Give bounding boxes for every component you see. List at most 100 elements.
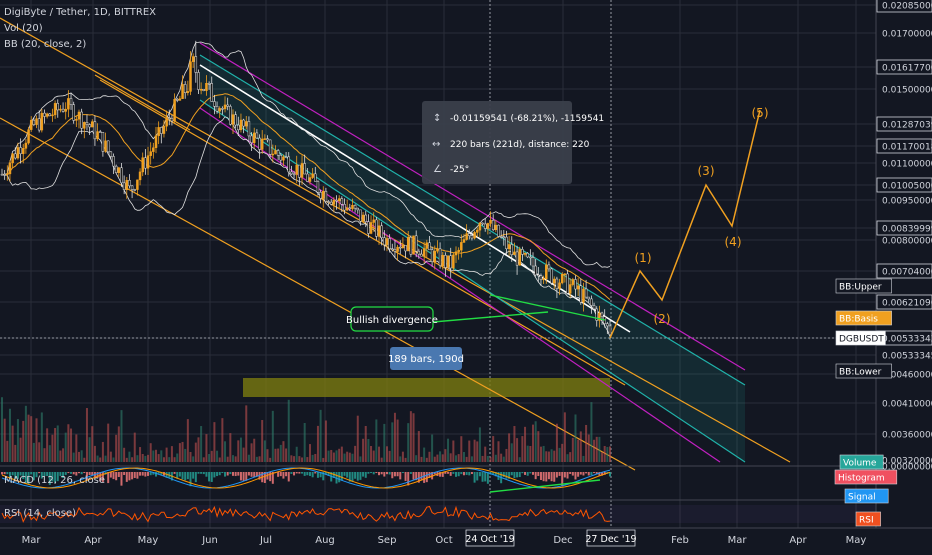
volume-bar-31 bbox=[83, 457, 86, 462]
price-tick-13: 0.00533342 bbox=[882, 335, 932, 345]
macd-hist-79 bbox=[210, 472, 213, 482]
volume-bar-161 bbox=[428, 451, 431, 462]
candle-body-115 bbox=[306, 173, 309, 182]
candle-body-179 bbox=[475, 229, 479, 233]
study-volume[interactable]: Vol (20) bbox=[4, 23, 43, 34]
volume-bar-83 bbox=[221, 418, 224, 462]
volume-bar-27 bbox=[72, 452, 75, 462]
candle-body-13 bbox=[35, 118, 38, 125]
candle-body-93 bbox=[247, 121, 251, 137]
candle-body-44 bbox=[117, 167, 121, 173]
volume-bar-87 bbox=[231, 455, 234, 462]
volume-bar-143 bbox=[380, 457, 383, 462]
macd-hist-194 bbox=[516, 472, 519, 478]
volume-bar-228 bbox=[606, 446, 609, 462]
candle-body-142 bbox=[377, 225, 381, 237]
volume-bar-36 bbox=[96, 455, 99, 462]
volume-bar-82 bbox=[218, 457, 221, 462]
candle-body-71 bbox=[189, 61, 192, 92]
price-tick-4: 0.01287039 bbox=[882, 121, 932, 131]
candle-body-37 bbox=[98, 131, 102, 133]
candle-body-202 bbox=[537, 274, 540, 277]
macd-hist-207 bbox=[550, 472, 553, 482]
chart-title: DigiByte / Tether, 1D, BITTREX bbox=[4, 7, 156, 18]
macd-hist-25 bbox=[67, 472, 70, 474]
candle-body-211 bbox=[560, 273, 564, 284]
macd-hist-112 bbox=[298, 472, 301, 474]
volume-bar-144 bbox=[383, 423, 386, 462]
volume-bar-39 bbox=[104, 455, 107, 462]
volume-bar-108 bbox=[287, 399, 290, 462]
month-12: May bbox=[846, 535, 867, 546]
price-tick-5: 0.01170018 bbox=[882, 143, 932, 153]
candle-body-146 bbox=[388, 238, 391, 249]
candle-body-50 bbox=[133, 189, 137, 191]
macd-hist-105 bbox=[279, 472, 282, 477]
candle-body-172 bbox=[457, 249, 460, 252]
volume-bar-170 bbox=[452, 440, 455, 462]
price-tick-6: 0.01100000 bbox=[882, 160, 932, 170]
volume-bar-148 bbox=[393, 412, 396, 462]
tag-volume: Volume bbox=[843, 459, 877, 469]
macd-hist-29 bbox=[77, 472, 80, 474]
bars-box[interactable]: 189 bars, 190d bbox=[388, 347, 464, 370]
volume-bar-34 bbox=[91, 426, 94, 462]
volume-bar-203 bbox=[539, 446, 542, 462]
volume-bar-89 bbox=[237, 440, 240, 462]
time-axis[interactable]: Mar Apr May Jun Jul Aug Sep Oct Dec Feb Mar Apr May 2… bbox=[0, 527, 932, 550]
macd-hist-86 bbox=[229, 472, 232, 475]
macd-hist-110 bbox=[293, 472, 296, 476]
macd-hist-143 bbox=[380, 472, 383, 475]
volume-bar-216 bbox=[574, 414, 577, 462]
candle-body-0 bbox=[0, 173, 4, 176]
month-1: Apr bbox=[84, 535, 102, 546]
rsi-legend[interactable]: RSI (14, close) bbox=[4, 508, 76, 519]
macd-hist-151 bbox=[401, 472, 404, 474]
price-axis[interactable]: 0.02085000 0.01700000 0.01617700 0.01500000… bbox=[875, 0, 932, 528]
volume-bar-130 bbox=[346, 451, 349, 462]
candle-body-214 bbox=[568, 284, 572, 294]
macd-hist-182 bbox=[484, 472, 487, 482]
macd-hist-130 bbox=[346, 472, 349, 478]
candle-body-175 bbox=[465, 233, 468, 240]
volume-bar-62 bbox=[165, 447, 168, 462]
volume-bar-66 bbox=[176, 453, 179, 462]
macd-hist-42 bbox=[112, 472, 115, 480]
study-bollinger[interactable]: BB (20, close, 2) bbox=[4, 39, 86, 50]
candle-body-127 bbox=[337, 198, 341, 202]
volume-bar-9 bbox=[24, 405, 27, 462]
volume-bar-76 bbox=[202, 457, 205, 462]
candle-body-132 bbox=[351, 204, 354, 210]
volume-bar-12 bbox=[32, 442, 35, 462]
candle-body-206 bbox=[547, 264, 551, 270]
volume-bar-214 bbox=[569, 452, 572, 462]
measure-bars-info: 220 bars (221d), distance: 220 bbox=[450, 140, 590, 150]
candle-body-56 bbox=[149, 151, 152, 156]
candle-body-70 bbox=[186, 91, 190, 93]
volume-bar-103 bbox=[274, 448, 277, 462]
candle-body-203 bbox=[539, 275, 543, 280]
macd-hist-68 bbox=[181, 472, 184, 480]
volume-bar-204 bbox=[542, 445, 545, 462]
macd-legend[interactable]: MACD (12, 26, close bbox=[4, 475, 105, 486]
candle-body-114 bbox=[303, 163, 306, 175]
volume-bar-86 bbox=[229, 433, 232, 462]
volume-bar-37 bbox=[99, 457, 102, 462]
candle-body-187 bbox=[497, 224, 500, 237]
volume-bar-193 bbox=[513, 426, 516, 462]
candle-body-159 bbox=[422, 248, 426, 257]
price-chart[interactable]: (1) (2) (3) (4) (5) Bullish divergence ↕ -0.… bbox=[0, 0, 932, 550]
candle-body-164 bbox=[436, 248, 439, 252]
chart-stage[interactable]: (1) (2) (3) (4) (5) Bullish divergence ↕ -0.… bbox=[0, 0, 932, 550]
volume-bar-81 bbox=[216, 450, 219, 462]
candle-body-125 bbox=[332, 199, 336, 205]
candle-body-137 bbox=[364, 214, 367, 222]
macd-hist-170 bbox=[452, 472, 455, 474]
macd-hist-56 bbox=[149, 472, 152, 476]
tag-bb-lower: BB:Lower bbox=[839, 368, 882, 378]
candle-body-31 bbox=[83, 122, 86, 129]
volume-bar-150 bbox=[399, 456, 402, 462]
volume-bar-102 bbox=[271, 410, 274, 462]
volume-bar-123 bbox=[327, 450, 330, 462]
macd-hist-30 bbox=[80, 472, 83, 475]
